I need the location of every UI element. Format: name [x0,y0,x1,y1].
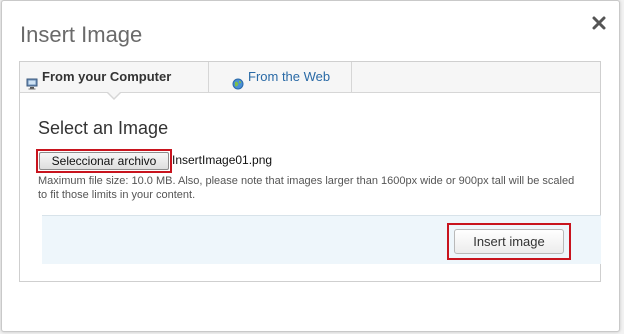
tab-label: From your Computer [42,69,172,84]
computer-icon [26,71,38,90]
insert-image-dialog: Insert Image From your Computer From the… [1,0,620,332]
insert-image-highlight: Insert image [447,223,571,260]
tab-from-the-web[interactable]: From the Web [209,62,352,92]
tab-bar: From your Computer From the Web [20,62,600,93]
tab-from-your-computer[interactable]: From your Computer [20,62,209,92]
tab-label: From the Web [248,69,331,84]
globe-icon [232,71,244,90]
file-size-help-text: Maximum file size: 10.0 MB. Also, please… [38,175,575,201]
choose-file-label: Seleccionar archivo [39,152,169,170]
action-bar: Insert image [42,215,601,264]
insert-image-panel: From your Computer From the Web Select a… [19,61,601,282]
section-title: Select an Image [38,118,169,138]
dialog-title: Insert Image [20,22,143,47]
selected-file-name: InsertImage01.png [172,153,273,167]
close-icon[interactable] [591,15,607,31]
choose-file-button[interactable]: Seleccionar archivo [36,149,172,173]
insert-image-button[interactable]: Insert image [454,229,564,254]
active-tab-pointer [106,91,122,100]
